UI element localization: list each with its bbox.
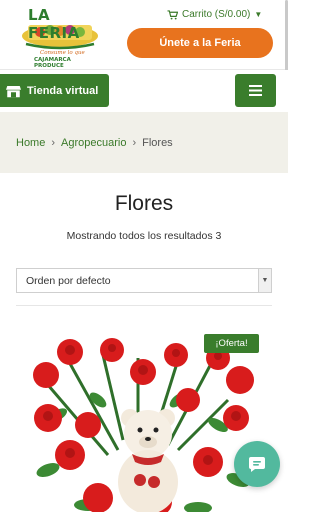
hamburger-icon: [249, 85, 262, 96]
logo-tagline-2: CAJAMARCA PRODUCE: [34, 57, 71, 69]
store-icon: [6, 85, 21, 97]
store-button[interactable]: Tienda virtual: [0, 74, 109, 107]
sort-selected-value: Orden por defecto: [26, 274, 111, 287]
divider: [16, 305, 272, 306]
cart-link[interactable]: Carrito (S/0.00) ▼: [167, 9, 262, 20]
nav-bar: Tienda virtual: [0, 70, 288, 112]
product-image: [28, 330, 260, 512]
menu-button[interactable]: [235, 74, 276, 107]
product-card[interactable]: [28, 330, 260, 512]
store-label: Tienda virtual: [27, 84, 99, 97]
breadcrumb-current: Flores: [142, 136, 173, 149]
breadcrumb-category[interactable]: Agropecuario: [61, 137, 126, 149]
cart-label: Carrito (S/0.00): [182, 9, 251, 20]
site-header: LA FERIA Consume lo que CAJAMARCA PRODUC…: [0, 0, 288, 70]
breadcrumb: Home › Agropecuario › Flores: [0, 112, 288, 173]
chevron-right-icon: ›: [51, 136, 56, 149]
chevron-down-icon: ▼: [254, 10, 263, 19]
site-logo[interactable]: LA FERIA Consume lo que CAJAMARCA PRODUC…: [18, 6, 102, 69]
join-button[interactable]: Únete a la Feria: [127, 28, 273, 58]
sort-select[interactable]: Orden por defecto ▼: [16, 268, 272, 293]
chat-button[interactable]: [234, 441, 280, 487]
chevron-right-icon: ›: [132, 136, 137, 149]
chevron-down-icon: ▼: [258, 269, 271, 292]
cart-icon: [167, 9, 178, 20]
page-title: Flores: [114, 192, 174, 215]
breadcrumb-home[interactable]: Home: [16, 137, 45, 149]
chat-icon: [249, 457, 265, 472]
sale-badge: ¡Oferta!: [204, 334, 259, 353]
logo-text: LA FERIA: [28, 6, 80, 42]
result-count: Mostrando todos los resultados 3: [66, 230, 222, 242]
logo-tagline: Consume lo que: [40, 50, 85, 56]
